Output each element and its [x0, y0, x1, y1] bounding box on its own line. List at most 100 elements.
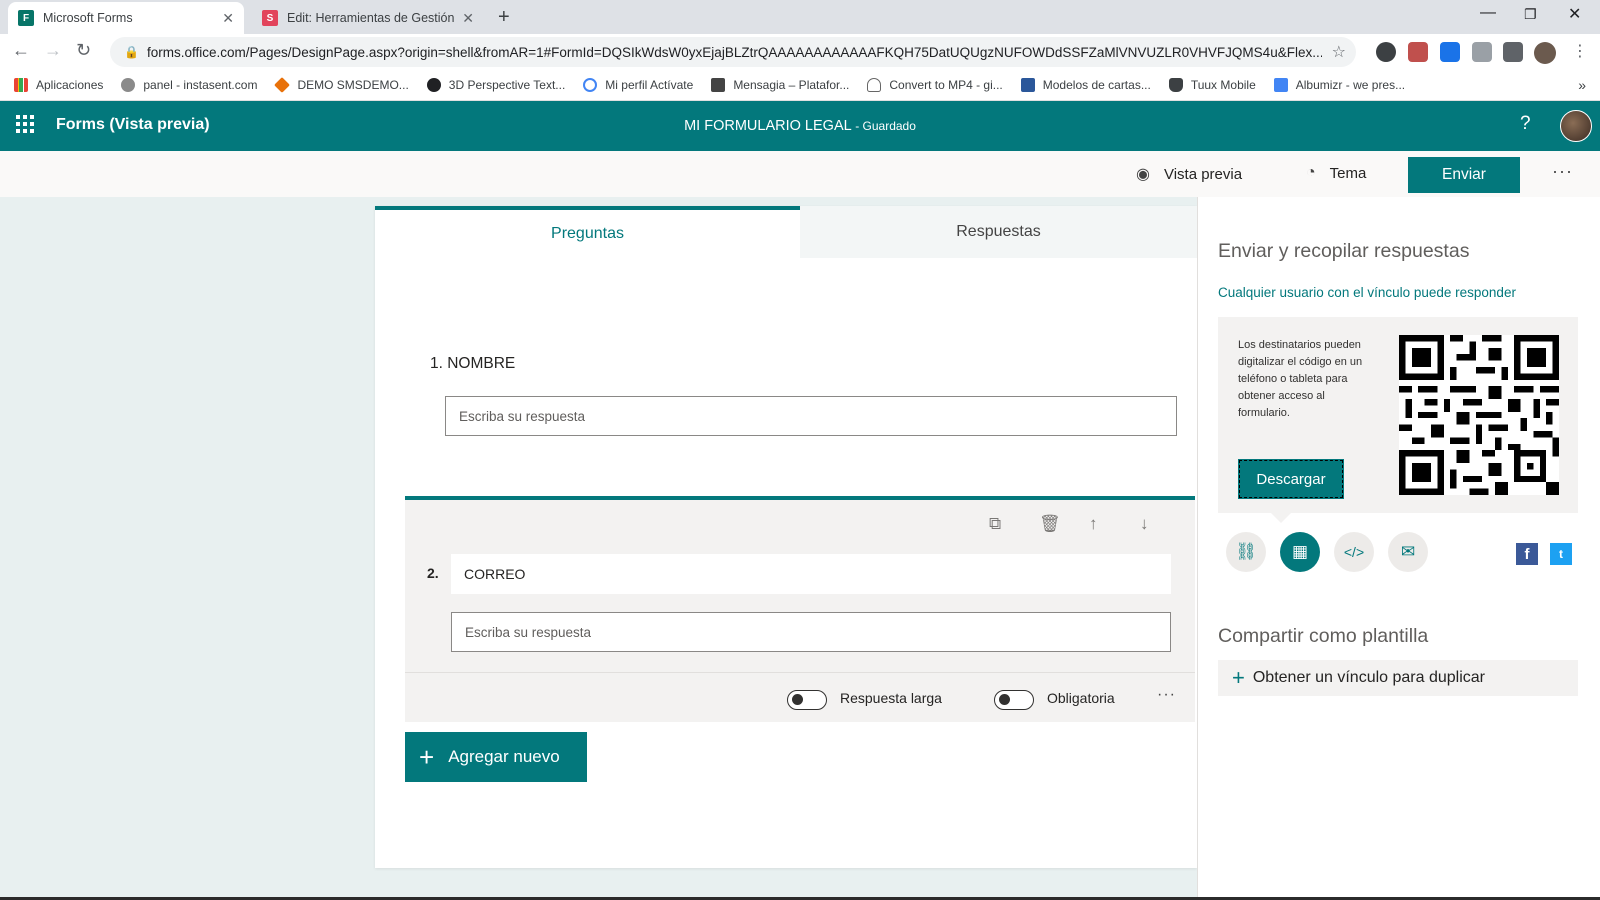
browser-tab-strip: F Microsoft Forms ✕ S Edit: Herramientas…: [0, 0, 1600, 34]
bookmark-apps[interactable]: Aplicaciones: [14, 78, 103, 92]
bookmark-item[interactable]: Mi perfil Actívate: [583, 78, 693, 92]
question-more-icon[interactable]: ···: [1157, 686, 1176, 704]
address-bar: ← → ↻ 🔒 forms.office.com/Pages/DesignPag…: [0, 34, 1600, 70]
question-1-answer-field[interactable]: Escriba su respuesta: [445, 396, 1177, 436]
extensions-puzzle-icon[interactable]: [1503, 42, 1523, 62]
question-2-number: 2.: [427, 565, 439, 581]
required-label: Obligatoria: [1047, 690, 1115, 706]
user-avatar[interactable]: [1560, 110, 1592, 142]
duplicate-link-button[interactable]: + Obtener un vínculo para duplicar: [1218, 660, 1578, 696]
more-options-icon[interactable]: ···: [1552, 161, 1573, 182]
panel-title: Enviar y recopilar respuestas: [1218, 240, 1470, 262]
reload-icon[interactable]: ↻: [76, 40, 91, 61]
link-share-button[interactable]: ⛓: [1226, 532, 1266, 572]
divider: [405, 672, 1195, 673]
new-tab-icon[interactable]: +: [498, 6, 510, 29]
send-button[interactable]: Enviar: [1408, 157, 1520, 193]
extension-icon[interactable]: [1440, 42, 1460, 62]
plus-icon: +: [419, 742, 435, 772]
plus-icon: +: [1232, 665, 1245, 690]
word-icon: [1020, 78, 1035, 92]
download-qr-button[interactable]: Descargar: [1238, 459, 1344, 499]
bookmark-item[interactable]: Tuux Mobile: [1168, 78, 1256, 92]
bookmarks-overflow-icon[interactable]: »: [1578, 77, 1586, 93]
bookmark-item[interactable]: Mensagia – Platafor...: [711, 78, 849, 92]
eye-icon: ◉: [1136, 166, 1150, 183]
bookmark-favicon-icon: [711, 78, 726, 92]
add-new-button[interactable]: + Agregar nuevo: [405, 732, 587, 782]
embed-share-button[interactable]: </>: [1334, 532, 1374, 572]
long-answer-toggle[interactable]: [787, 690, 827, 710]
embed-code-icon: </>: [1343, 544, 1365, 560]
bookmark-item[interactable]: panel - instasent.com: [121, 78, 257, 92]
bookmark-favicon-icon: [1168, 78, 1183, 92]
tab-responses[interactable]: Respuestas: [800, 206, 1197, 258]
back-icon[interactable]: ←: [12, 40, 30, 61]
link-icon: ⛓: [1235, 542, 1257, 561]
palette-icon: ◔: [1306, 164, 1316, 181]
bookmark-favicon-icon: [121, 78, 136, 92]
long-answer-label: Respuesta larga: [840, 690, 942, 706]
pdf-extension-icon[interactable]: [1408, 42, 1428, 62]
bookmark-favicon-icon: [1273, 78, 1288, 92]
forms-app-bar: Forms (Vista previa) MI FORMULARIO LEGAL…: [0, 101, 1600, 151]
form-title-area: MI FORMULARIO LEGAL - Guardado: [0, 118, 1600, 134]
question-2-answer-field[interactable]: Escriba su respuesta: [451, 612, 1171, 652]
template-section-title: Compartir como plantilla: [1218, 625, 1429, 647]
browser-tab-forms[interactable]: F Microsoft Forms ✕: [8, 2, 244, 34]
bookmark-item[interactable]: Modelos de cartas...: [1020, 78, 1151, 92]
qr-code-section: Los destinatarios pueden digitalizar el …: [1218, 317, 1578, 513]
bookmark-item[interactable]: Albumizr - we pres...: [1273, 78, 1405, 92]
apps-grid-icon: [14, 78, 28, 92]
link-permission-dropdown[interactable]: Cualquier usuario con el vínculo puede r…: [1218, 285, 1516, 300]
required-toggle[interactable]: [994, 690, 1034, 710]
bookmark-star-icon[interactable]: ☆: [1332, 42, 1346, 62]
move-up-icon[interactable]: ↑: [1089, 514, 1098, 534]
forms-favicon-icon: F: [18, 10, 34, 26]
form-title: MI FORMULARIO LEGAL: [684, 118, 852, 134]
question-1-title[interactable]: 1. NOMBRE: [430, 355, 515, 373]
minimize-icon[interactable]: —: [1480, 4, 1496, 22]
qr-code-image: [1399, 335, 1559, 495]
question-2-editor[interactable]: ⧉ 🗑 ↑ ↓ 2. CORREO Escriba su respuesta R…: [405, 496, 1195, 722]
bookmark-item[interactable]: 3D Perspective Text...: [426, 78, 565, 92]
close-tab-icon[interactable]: ✕: [462, 10, 474, 27]
window-close-icon[interactable]: ✕: [1568, 4, 1581, 24]
tab-questions[interactable]: Preguntas: [375, 206, 800, 258]
profile-avatar[interactable]: [1534, 42, 1556, 64]
url-field[interactable]: 🔒 forms.office.com/Pages/DesignPage.aspx…: [110, 37, 1356, 67]
cloud-icon: [867, 78, 882, 92]
qr-description: Los destinatarios pueden digitalizar el …: [1238, 339, 1363, 419]
cast-icon[interactable]: [1472, 42, 1492, 62]
theme-button[interactable]: ◔ Tema: [1306, 164, 1366, 182]
form-tabs: Preguntas Respuestas: [375, 206, 1197, 258]
forward-icon[interactable]: →: [44, 40, 62, 61]
qr-share-button[interactable]: ▦: [1280, 532, 1320, 572]
browser-menu-icon[interactable]: ⋮: [1572, 41, 1588, 61]
qr-code-icon: ▦: [1291, 542, 1309, 561]
bookmark-item[interactable]: Convert to MP4 - gi...: [867, 78, 1003, 92]
bookmark-favicon-icon: [426, 78, 441, 92]
browser-tab-title: Microsoft Forms: [43, 11, 133, 25]
browser-tab-edit[interactable]: S Edit: Herramientas de Gestión Di ✕: [252, 2, 484, 34]
copy-question-icon[interactable]: ⧉: [989, 514, 1001, 534]
mail-icon: ✉: [1400, 542, 1416, 561]
preview-button[interactable]: ◉ Vista previa: [1136, 164, 1242, 184]
twitter-icon[interactable]: t: [1550, 543, 1572, 565]
command-bar: ◉ Vista previa ◔ Tema Enviar ···: [0, 151, 1600, 197]
extension-icon[interactable]: [1376, 42, 1396, 62]
help-icon[interactable]: ?: [1520, 113, 1531, 135]
google-icon: [583, 78, 598, 92]
close-tab-icon[interactable]: ✕: [222, 10, 234, 27]
facebook-icon[interactable]: f: [1516, 543, 1538, 565]
bookmark-item[interactable]: DEMO SMSDEMO...: [274, 77, 409, 93]
form-designer-card: Preguntas Respuestas 1. NOMBRE Escriba s…: [375, 206, 1197, 868]
restore-icon[interactable]: ❐: [1524, 6, 1537, 23]
delete-question-icon[interactable]: 🗑: [1039, 514, 1061, 534]
email-share-button[interactable]: ✉: [1388, 532, 1428, 572]
move-down-icon[interactable]: ↓: [1140, 514, 1149, 534]
url-text: forms.office.com/Pages/DesignPage.aspx?o…: [146, 44, 1322, 60]
question-2-title-input[interactable]: CORREO: [451, 554, 1171, 594]
send-panel: Enviar y recopilar respuestas Cualquier …: [1197, 197, 1600, 900]
lock-icon: 🔒: [124, 45, 139, 59]
